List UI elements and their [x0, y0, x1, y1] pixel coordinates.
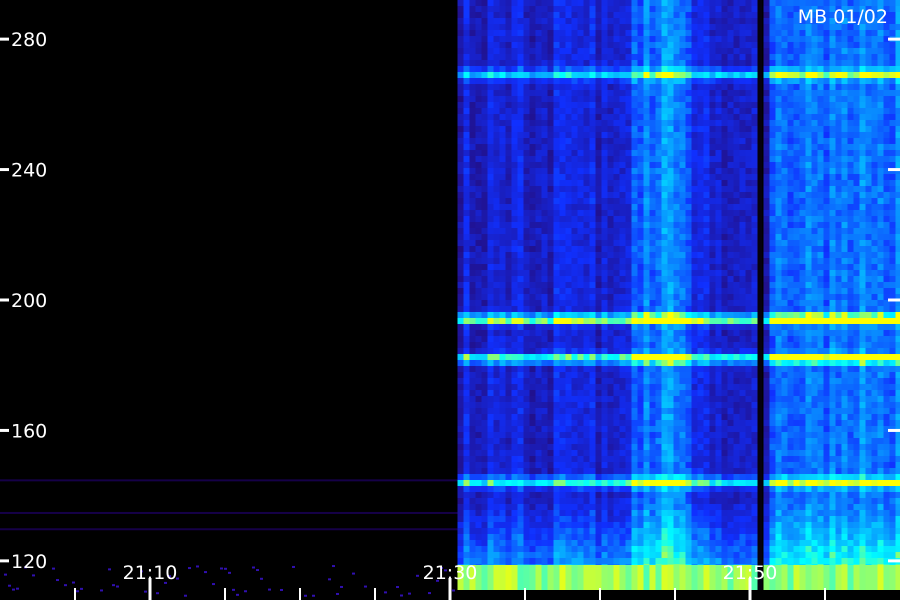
spectrogram-chart: 120 160 200 240 280 21:10 21:30 21:50 MB 01/02 — [0, 0, 900, 600]
x-tick-label: 21:10 — [123, 562, 178, 584]
y-tick-label: 160 — [11, 420, 47, 442]
y-tick-label: 200 — [11, 290, 47, 312]
y-tick-label: 120 — [11, 551, 47, 573]
y-tick-label: 240 — [11, 160, 47, 182]
y-tick-label: 280 — [11, 29, 47, 51]
x-tick-label: 21:50 — [723, 562, 778, 584]
x-tick-label: 21:30 — [423, 562, 478, 584]
chart-title: MB 01/02 — [798, 6, 888, 28]
